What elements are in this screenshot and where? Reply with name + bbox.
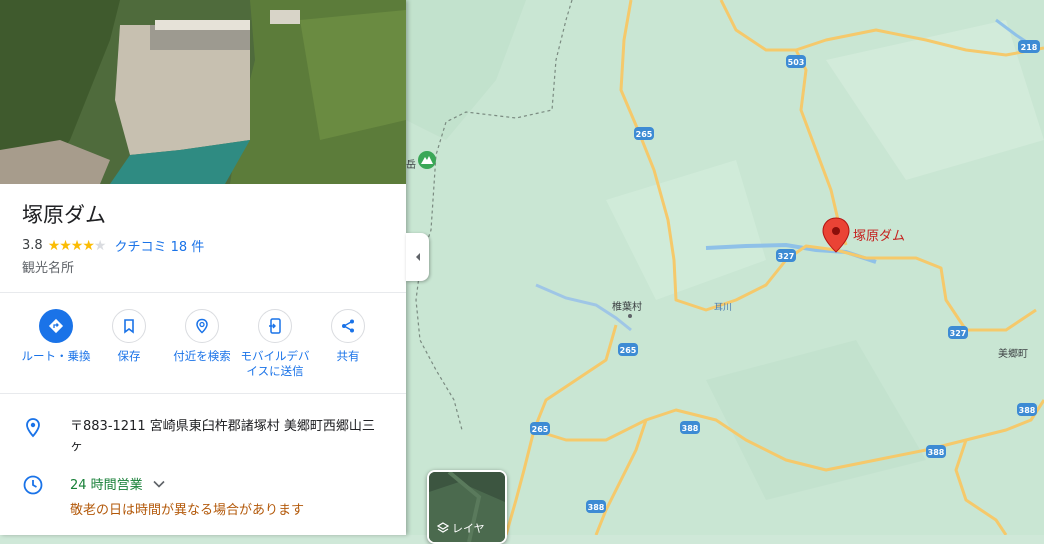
clock-icon [23, 475, 43, 495]
layers-icon [437, 522, 449, 533]
location-pin-icon [26, 418, 40, 438]
bookmark-icon [112, 309, 146, 343]
svg-text:388: 388 [682, 424, 699, 433]
hours-row[interactable]: 24 時間営業 敬老の日は時間が異なる場合があります [22, 474, 304, 518]
svg-text:327: 327 [950, 329, 967, 338]
layers-label: レイヤ [437, 520, 485, 536]
hours-note: 敬老の日は時間が異なる場合があります [70, 503, 305, 518]
road-shield-327-a: 327 [776, 249, 796, 262]
rating-stars: ★★★★★ [47, 237, 107, 254]
share-button[interactable]: 共有 [311, 309, 385, 364]
collapse-panel-button[interactable] [406, 233, 429, 281]
action-bar: ルート・乗換 保存 付近を検索 モバイルデバイスに送信 共有 [0, 309, 406, 389]
send-to-phone-button[interactable]: モバイルデバイスに送信 [238, 309, 312, 379]
address-row[interactable]: 〒883-1211 宮崎県東臼杵郡諸塚村 美郷町西郷山三ヶ [22, 417, 380, 457]
nearby-search-icon [185, 309, 219, 343]
chevron-left-icon [415, 253, 420, 261]
directions-label: ルート・乗換 [21, 349, 91, 363]
map-label-mimikawa: 耳川 [714, 302, 732, 313]
directions-icon [39, 309, 73, 343]
svg-text:388: 388 [588, 503, 605, 512]
save-button[interactable]: 保存 [92, 309, 166, 364]
map-label-shiibason: 椎葉村 [612, 300, 642, 313]
svg-text:388: 388 [928, 448, 945, 457]
hours-status[interactable]: 24 時間営業 [70, 474, 304, 493]
road-shield-265-b: 265 [618, 343, 638, 356]
rating-row: 3.8 ★★★★★ クチコミ 18 件 [22, 236, 204, 256]
road-shield-265-a: 265 [634, 127, 654, 140]
svg-text:388: 388 [1019, 406, 1036, 415]
road-shield-265-c: 265 [530, 422, 550, 435]
divider [0, 292, 406, 293]
svg-text:503: 503 [788, 58, 805, 67]
svg-text:265: 265 [620, 346, 637, 355]
divider [0, 393, 406, 394]
share-icon [331, 309, 365, 343]
place-title: 塚原ダム [22, 203, 106, 227]
place-category[interactable]: 観光名所 [22, 257, 74, 276]
layers-label-text: レイヤ [452, 522, 485, 535]
send-to-phone-label: モバイルデバイスに送信 [240, 349, 310, 378]
chevron-down-icon[interactable] [153, 480, 165, 488]
place-panel: 塚原ダム 3.8 ★★★★★ クチコミ 18 件 観光名所 ルート・乗換 保存 … [0, 0, 406, 535]
road-shield-388-b: 388 [1017, 403, 1037, 416]
place-photo[interactable] [0, 0, 406, 184]
reviews-link[interactable]: クチコミ 18 件 [114, 236, 204, 255]
send-to-phone-icon [258, 309, 292, 343]
nearby-search-button[interactable]: 付近を検索 [165, 309, 239, 364]
mountain-peak-icon[interactable] [418, 151, 436, 169]
directions-button[interactable]: ルート・乗換 [19, 309, 93, 364]
map-canvas[interactable]: 503 218 265 265 265 327 327 388 388 388 … [406, 0, 1044, 535]
road-shield-503: 503 [786, 55, 806, 68]
svg-text:265: 265 [636, 130, 653, 139]
hours-status-text: 24 時間営業 [70, 478, 143, 493]
map-label-misato: 美郷町 [998, 347, 1028, 360]
road-shield-388-c: 388 [926, 445, 946, 458]
address-text: 〒883-1211 宮崎県東臼杵郡諸塚村 美郷町西郷山三ヶ [70, 419, 375, 454]
layers-button[interactable]: レイヤ [427, 470, 507, 544]
road-shield-388-d: 388 [586, 500, 606, 513]
svg-text:265: 265 [532, 425, 549, 434]
nearby-search-label: 付近を検索 [173, 349, 231, 363]
share-label: 共有 [336, 349, 360, 363]
svg-text:327: 327 [778, 252, 795, 261]
map-label-peak: 岳 [406, 159, 416, 171]
save-label: 保存 [117, 349, 141, 363]
rating-value: 3.8 [22, 238, 43, 253]
marker-label[interactable]: 塚原ダム [853, 229, 905, 244]
svg-text:218: 218 [1021, 43, 1038, 52]
road-shield-218: 218 [1018, 40, 1040, 53]
road-shield-388-a: 388 [680, 421, 700, 434]
road-shield-327-b: 327 [948, 326, 968, 339]
